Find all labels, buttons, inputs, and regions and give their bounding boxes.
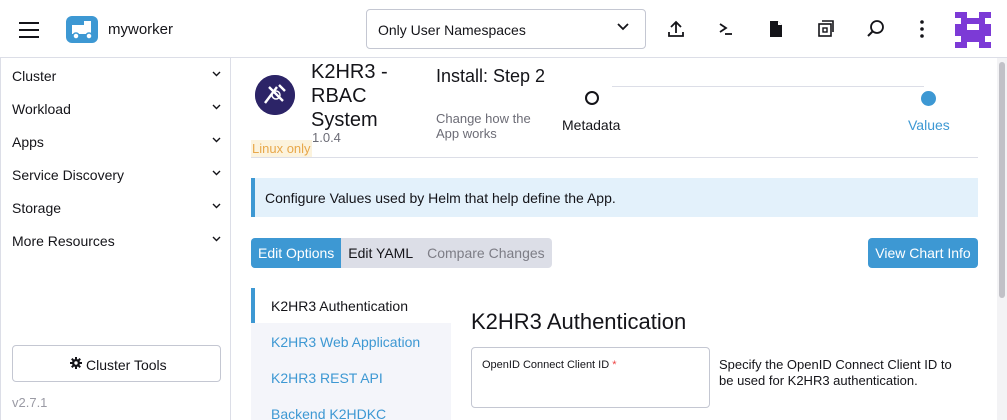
header-divider (251, 157, 978, 158)
wizard-step-title: Install: Step 2 (436, 66, 546, 86)
cluster-name[interactable]: myworker (108, 21, 173, 38)
sidebar-item-label: Cluster (12, 68, 57, 84)
top-header: myworker Only User Namespaces (0, 0, 1007, 58)
scrollbar-thumb[interactable] (999, 62, 1005, 298)
sidebar-item-storage[interactable]: Storage (1, 191, 231, 224)
view-chart-info-button[interactable]: View Chart Info (868, 238, 978, 268)
step-values-label: Values (908, 117, 950, 133)
search-icon[interactable] (866, 19, 886, 39)
main-scrollbar[interactable] (997, 58, 1007, 420)
openid-client-id-field[interactable]: OpenID Connect Client ID * (471, 347, 710, 408)
config-tab-backend-k2hdkc[interactable]: Backend K2HDKC (251, 396, 451, 420)
config-section-tabs: K2HR3 Authentication K2HR3 Web Applicati… (251, 288, 451, 420)
field-help-text: Specify the OpenID Connect Client ID to … (719, 357, 952, 388)
shell-icon[interactable] (716, 19, 736, 39)
upload-icon[interactable] (666, 19, 686, 39)
info-banner: Configure Values used by Helm that help … (251, 178, 978, 217)
sidebar-item-label: Service Discovery (12, 167, 125, 183)
os-badge: Linux only (251, 140, 312, 157)
sidebar-item-workload[interactable]: Workload (1, 92, 231, 125)
chevron-down-icon (212, 170, 221, 176)
step-values-indicator (921, 91, 936, 106)
chevron-down-icon (212, 137, 221, 143)
cluster-icon[interactable] (66, 16, 98, 43)
chevron-down-icon (617, 23, 629, 31)
config-tab-k2hr3-web-application[interactable]: K2HR3 Web Application (251, 324, 451, 359)
config-tab-label: K2HR3 Web Application (271, 334, 421, 350)
sidebar-item-label: More Resources (12, 233, 115, 249)
namespace-filter-value: Only User Namespaces (378, 22, 526, 38)
tab-compare-changes[interactable]: Compare Changes (420, 238, 552, 268)
step-metadata-indicator[interactable] (585, 91, 599, 105)
version-label[interactable]: v2.7.1 (12, 395, 47, 410)
sidebar-item-label: Storage (12, 200, 62, 216)
config-tab-k2hr3-authentication[interactable]: K2HR3 Authentication (251, 288, 451, 323)
config-tab-label: Backend K2HDKC (271, 406, 387, 420)
required-mark: * (612, 359, 617, 371)
chevron-down-icon (212, 104, 221, 110)
config-tab-label: K2HR3 REST API (271, 370, 383, 386)
cluster-tools-label: Cluster Tools (86, 357, 167, 373)
field-label: OpenID Connect Client ID * (482, 359, 617, 371)
wizard-step-subtitle: Change how the App works (436, 111, 531, 141)
sidebar-item-more-resources[interactable]: More Resources (1, 224, 231, 257)
info-banner-text: Configure Values used by Helm that help … (265, 190, 616, 206)
config-tab-label: K2HR3 Authentication (271, 298, 408, 314)
chevron-down-icon (212, 71, 221, 77)
more-icon[interactable] (912, 19, 932, 39)
wizard-progress-line (612, 86, 924, 87)
gear-icon (70, 357, 82, 369)
sidebar-item-label: Workload (12, 101, 71, 117)
sidebar-item-apps[interactable]: Apps (1, 125, 231, 158)
namespace-filter-select[interactable]: Only User Namespaces (366, 9, 646, 49)
tab-edit-options[interactable]: Edit Options (251, 238, 342, 268)
section-title: K2HR3 Authentication (471, 309, 687, 334)
chevron-down-icon (212, 236, 221, 242)
step-metadata-label[interactable]: Metadata (562, 117, 620, 133)
sidebar: Cluster Workload Apps Service Discovery … (0, 58, 231, 420)
app-logo (255, 75, 295, 115)
copy-config-icon[interactable] (816, 19, 836, 39)
file-icon[interactable] (766, 19, 786, 39)
menu-icon[interactable] (19, 22, 39, 38)
tab-edit-yaml[interactable]: Edit YAML (341, 238, 420, 268)
sidebar-item-cluster[interactable]: Cluster (1, 59, 231, 92)
values-editor-tabs: Edit Options Edit YAML Compare Changes (251, 238, 552, 268)
config-tab-k2hr3-rest-api[interactable]: K2HR3 REST API (251, 360, 451, 395)
cluster-tools-button[interactable]: Cluster Tools (12, 345, 221, 382)
app-version: 1.0.4 (312, 130, 341, 145)
user-avatar[interactable] (955, 12, 991, 48)
app-name: K2HR3 - RBAC System (311, 61, 388, 131)
sidebar-item-label: Apps (12, 134, 44, 150)
chevron-down-icon (212, 203, 221, 209)
sidebar-item-service-discovery[interactable]: Service Discovery (1, 158, 231, 191)
